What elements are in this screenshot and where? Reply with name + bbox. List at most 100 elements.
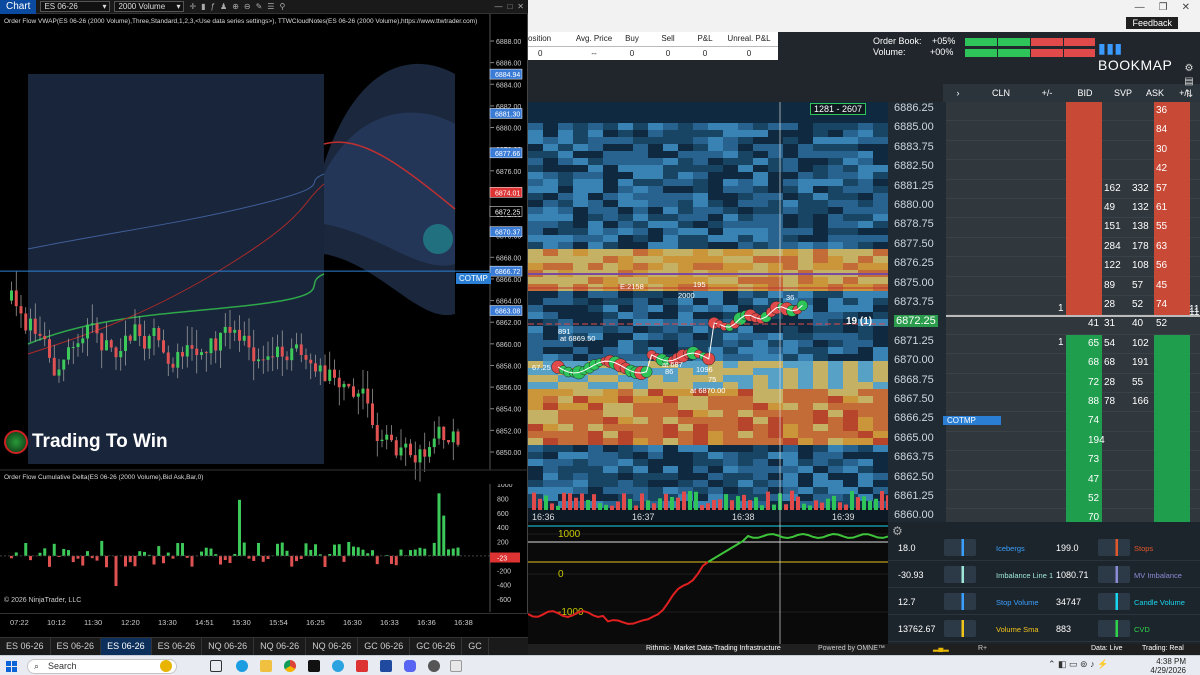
heatmap[interactable]: E:2158200019536891at 6869.50at 68786 1096… [528,102,888,522]
liquidity-cell [558,480,573,487]
liquidity-cell [588,382,603,389]
tray-icons[interactable]: ⌃ ◧ ▭ ⊚ ♪ ⚡ [1048,659,1108,670]
candle-body [276,346,279,358]
indicator-color-toggle[interactable] [1098,566,1130,583]
liquidity-cell [828,165,843,172]
liquidity-cell [558,137,573,144]
liquidity-cell [738,466,753,473]
instrument-tab[interactable]: ES 06-26 [0,638,51,655]
indicator-color-toggle[interactable] [1098,539,1130,556]
indicator-color-toggle[interactable] [944,566,976,583]
liquidity-cell [813,186,828,193]
dom-ladder[interactable]: 36 84 30 42 57 61 55 63 56 45 74 52 41 65 68 72 88 74 194 7… [943,102,1200,529]
instrument-tab[interactable]: NQ 06-26 [254,638,307,655]
liquidity-cell [648,144,663,151]
liquidity-cell [648,473,663,480]
cog-icon[interactable]: ⚙ [1180,62,1198,75]
liquidity-cell [543,151,558,158]
feedback-button[interactable]: Feedback [1126,17,1178,29]
instrument-tab[interactable]: ES 06-26 [51,638,102,655]
drawing-tools-icon[interactable]: ✎ [256,2,263,11]
instrument-tab[interactable]: NQ 06-26 [306,638,359,655]
ninjatrader-icon[interactable] [356,660,368,672]
instrument-tab[interactable]: GC [462,638,489,655]
liquidity-cell [738,452,753,459]
strategy-icon[interactable]: ♟ [220,2,227,11]
app-menu-button[interactable]: Chart [0,0,37,14]
indicator-color-toggle[interactable] [1098,593,1130,610]
file-explorer-icon[interactable] [260,660,272,672]
liquidity-cell [558,424,573,431]
bar-style-icon[interactable]: ▮ [201,2,205,11]
column-ask[interactable]: ASK [1141,84,1169,102]
indicator-color-toggle[interactable] [1098,620,1130,637]
chart-icon[interactable]: ▤ [1180,75,1198,88]
maximize-icon[interactable]: ❐ [1159,2,1168,13]
chrome-icon[interactable] [284,660,296,672]
tradingview-icon[interactable] [308,660,320,672]
liquidity-cell [573,424,588,431]
instrument-value: ES 06-26 [44,1,78,11]
liquidity-cell [798,382,813,389]
price-chart[interactable]: 6888.006886.006884.006882.006880.006878.… [0,14,528,484]
indicator-color-toggle[interactable] [944,620,976,637]
maximize-icon[interactable]: □ [507,2,512,11]
liquidity-cell [588,165,603,172]
column-plus-minus[interactable]: +/- [1029,84,1065,102]
close-icon[interactable]: ✕ [517,2,524,11]
liquidity-cell [528,417,543,424]
column-svp[interactable]: SVP [1105,84,1141,102]
liquidity-cell [753,466,768,473]
indicators-icon[interactable]: ƒ [211,2,215,11]
bar-type-selector[interactable]: 2000 Volume ▾ [114,1,185,12]
liquidity-cell [843,410,858,417]
telegram-icon[interactable] [332,660,344,672]
liquidity-cell [798,165,813,172]
arrow-icon[interactable]: ⇅ [1180,88,1198,101]
liquidity-cell [828,207,843,214]
candle-body [233,329,237,333]
column-cln[interactable]: CLN [973,84,1029,102]
crosshair-icon[interactable]: ✛ [189,2,196,11]
taskbar-search[interactable]: ⌕ Search [27,659,177,674]
liquidity-cell [543,277,558,284]
instrument-selector[interactable]: ES 06-26 ▾ [40,1,111,12]
edge-icon[interactable] [236,660,248,672]
heatmap-label: 1096 [696,365,713,374]
indicator-color-toggle[interactable] [944,593,976,610]
app-icon[interactable] [450,660,462,672]
bookmap-icon[interactable] [380,660,392,672]
windows-start-icon[interactable] [6,661,17,672]
column-bid[interactable]: BID [1065,84,1105,102]
instrument-tab[interactable]: GC 06-26 [410,638,463,655]
minimize-icon[interactable]: — [494,2,502,11]
price-tag-label: 6866.72 [495,269,520,276]
zoom-out-icon[interactable]: ⊖ [244,2,251,11]
discord-icon[interactable] [404,660,416,672]
attach-icon[interactable]: ⚲ [279,2,285,11]
zoom-in-icon[interactable]: ⊕ [232,2,239,11]
properties-icon[interactable]: ☰ [267,2,274,11]
liquidity-cell [573,102,588,109]
liquidity-cell [588,123,603,130]
close-icon[interactable]: ✕ [1182,2,1190,13]
instrument-tab[interactable]: ES 06-26 [101,638,152,655]
liquidity-cell [558,382,573,389]
indicator-color-toggle[interactable] [944,539,976,556]
cvd-chart[interactable]: 10000-1000 [528,522,888,644]
liquidity-cell [753,410,768,417]
candle-body [285,356,289,361]
instrument-tab[interactable]: ES 06-26 [152,638,203,655]
liquidity-cell [873,459,888,466]
liquidity-cell [843,382,858,389]
task-view-icon[interactable] [210,660,222,672]
app-icon[interactable] [428,660,440,672]
widgets-icon[interactable] [160,660,172,672]
expand-icon[interactable]: › [943,84,973,102]
candle-body [190,345,194,349]
minimize-icon[interactable]: — [1135,2,1145,13]
liquidity-cell [573,172,588,179]
instrument-tab[interactable]: NQ 06-26 [202,638,255,655]
taskbar-clock[interactable]: 4:38 PM 4/29/2026 [1150,657,1186,675]
instrument-tab[interactable]: GC 06-26 [358,638,411,655]
